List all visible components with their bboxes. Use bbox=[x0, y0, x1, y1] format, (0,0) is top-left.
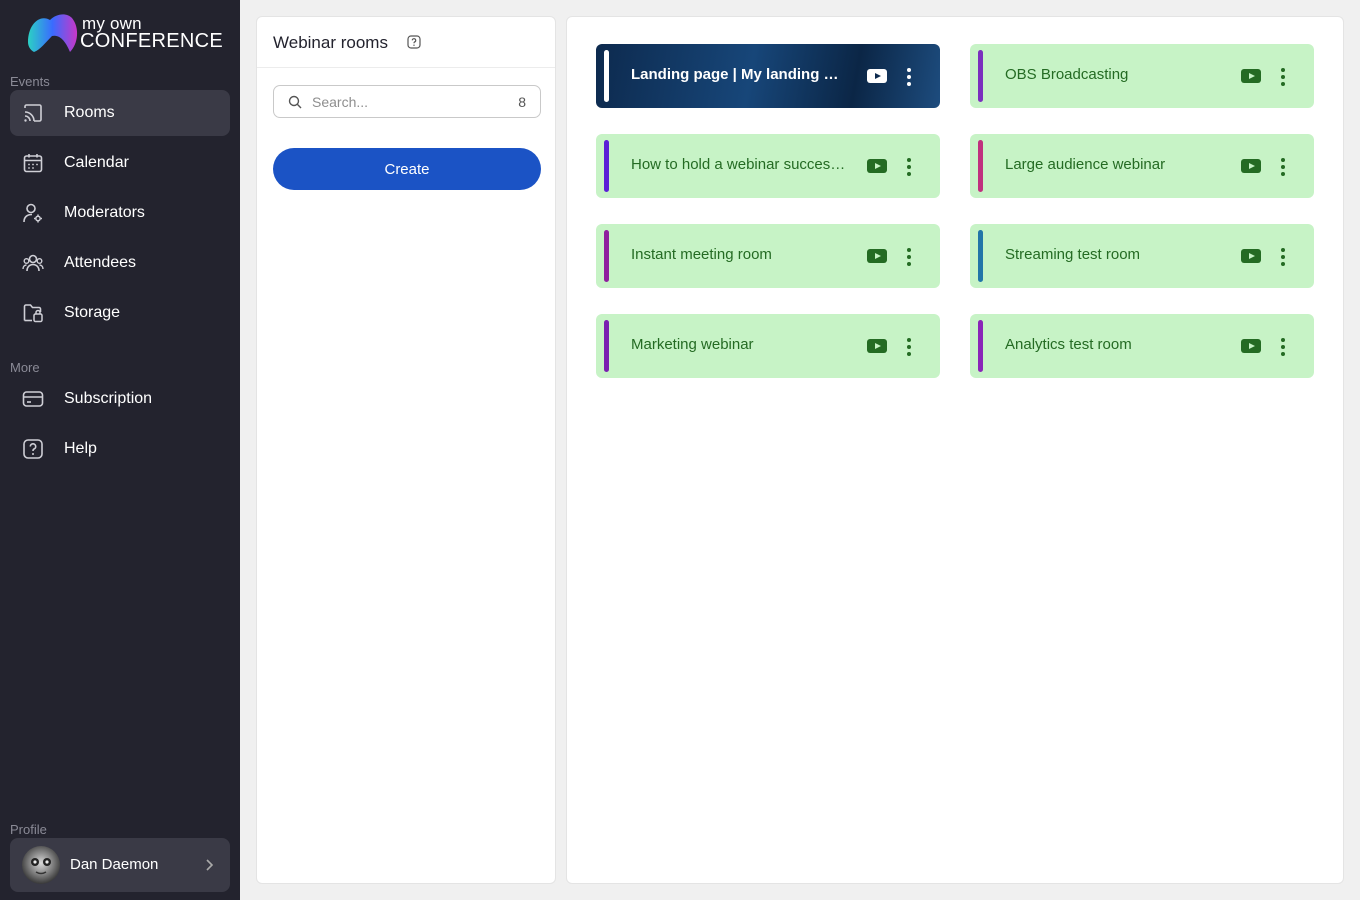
play-icon[interactable] bbox=[1241, 69, 1261, 83]
search-icon bbox=[288, 95, 302, 109]
room-name: Marketing webinar bbox=[631, 336, 754, 353]
room-card[interactable]: Instant meeting room bbox=[596, 224, 940, 288]
search-input[interactable] bbox=[312, 92, 502, 112]
sidebar-item-label: Subscription bbox=[64, 390, 153, 407]
logo-text-bottom: CONFERENCE bbox=[80, 30, 224, 52]
create-button[interactable]: Create bbox=[273, 148, 541, 190]
more-section-label: More bbox=[10, 360, 40, 375]
room-card[interactable]: Large audience webinar bbox=[970, 134, 1314, 198]
room-name: Instant meeting room bbox=[631, 246, 772, 263]
sidebar: my own CONFERENCE Events Rooms Calendar bbox=[0, 0, 240, 900]
play-icon[interactable] bbox=[867, 159, 887, 173]
rooms-grid: Landing page | My landing page OBS Broad… bbox=[566, 16, 1344, 884]
play-icon[interactable] bbox=[1241, 249, 1261, 263]
room-name: How to hold a webinar successfully bbox=[631, 156, 846, 173]
folder-icon bbox=[23, 304, 43, 323]
more-options-icon[interactable] bbox=[1272, 156, 1294, 178]
more-options-icon[interactable] bbox=[898, 66, 920, 88]
events-section-label: Events bbox=[10, 74, 50, 89]
sidebar-item-rooms[interactable]: Rooms bbox=[10, 90, 230, 136]
profile-name: Dan Daemon bbox=[70, 856, 159, 873]
more-options-icon[interactable] bbox=[898, 336, 920, 358]
room-color-bar bbox=[604, 50, 609, 102]
room-card[interactable]: Streaming test room bbox=[970, 224, 1314, 288]
users-icon bbox=[22, 254, 44, 272]
profile-button[interactable]: Dan Daemon bbox=[10, 838, 230, 892]
avatar bbox=[22, 846, 60, 884]
search-box: 8 bbox=[273, 85, 541, 118]
sidebar-item-label: Rooms bbox=[64, 104, 115, 121]
room-name: Large audience webinar bbox=[1005, 156, 1166, 173]
panel-header: Webinar rooms bbox=[257, 17, 555, 68]
room-color-bar bbox=[978, 320, 983, 372]
sidebar-item-label: Help bbox=[64, 440, 97, 457]
panel-title: Webinar rooms bbox=[273, 33, 388, 52]
sidebar-item-label: Moderators bbox=[64, 204, 145, 221]
room-name: Landing page | My landing page bbox=[631, 66, 846, 83]
cast-icon bbox=[24, 104, 42, 122]
room-card[interactable]: OBS Broadcasting bbox=[970, 44, 1314, 108]
webinar-rooms-panel: Webinar rooms 8 Create bbox=[256, 16, 556, 884]
help-icon[interactable] bbox=[407, 35, 421, 49]
play-icon[interactable] bbox=[1241, 159, 1261, 173]
sidebar-item-label: Calendar bbox=[64, 154, 129, 171]
more-options-icon[interactable] bbox=[1272, 336, 1294, 358]
sidebar-item-subscription[interactable]: Subscription bbox=[10, 376, 230, 422]
room-card[interactable]: Analytics test room bbox=[970, 314, 1314, 378]
room-color-bar bbox=[978, 140, 983, 192]
room-name: OBS Broadcasting bbox=[1005, 66, 1129, 83]
room-color-bar bbox=[604, 140, 609, 192]
room-card[interactable]: Landing page | My landing page bbox=[596, 44, 940, 108]
help-icon bbox=[23, 439, 43, 459]
app-logo[interactable]: my own CONFERENCE bbox=[26, 12, 226, 56]
room-name: Streaming test room bbox=[1005, 246, 1141, 263]
room-card[interactable]: Marketing webinar bbox=[596, 314, 940, 378]
chevron-right-icon bbox=[206, 859, 214, 871]
play-icon[interactable] bbox=[867, 339, 887, 353]
logo-icon bbox=[28, 14, 78, 52]
room-color-bar bbox=[978, 230, 983, 282]
sidebar-item-attendees[interactable]: Attendees bbox=[10, 240, 230, 286]
more-options-icon[interactable] bbox=[1272, 246, 1294, 268]
more-options-icon[interactable] bbox=[1272, 66, 1294, 88]
user-gear-icon bbox=[23, 203, 42, 223]
avatar-icon bbox=[31, 858, 51, 875]
card-icon bbox=[22, 391, 44, 407]
room-color-bar bbox=[604, 320, 609, 372]
sidebar-item-calendar[interactable]: Calendar bbox=[10, 140, 230, 186]
play-icon[interactable] bbox=[867, 69, 887, 83]
calendar-icon bbox=[23, 154, 43, 173]
profile-section-label: Profile bbox=[10, 822, 47, 837]
more-options-icon[interactable] bbox=[898, 246, 920, 268]
play-icon[interactable] bbox=[1241, 339, 1261, 353]
search-result-count: 8 bbox=[518, 94, 526, 110]
room-card[interactable]: How to hold a webinar successfully bbox=[596, 134, 940, 198]
more-options-icon[interactable] bbox=[898, 156, 920, 178]
sidebar-item-label: Attendees bbox=[64, 254, 137, 271]
room-color-bar bbox=[604, 230, 609, 282]
sidebar-item-label: Storage bbox=[64, 304, 121, 321]
room-color-bar bbox=[978, 50, 983, 102]
room-name: Analytics test room bbox=[1005, 336, 1132, 353]
sidebar-item-storage[interactable]: Storage bbox=[10, 290, 230, 336]
play-icon[interactable] bbox=[867, 249, 887, 263]
sidebar-item-help[interactable]: Help bbox=[10, 426, 230, 472]
sidebar-item-moderators[interactable]: Moderators bbox=[10, 190, 230, 236]
